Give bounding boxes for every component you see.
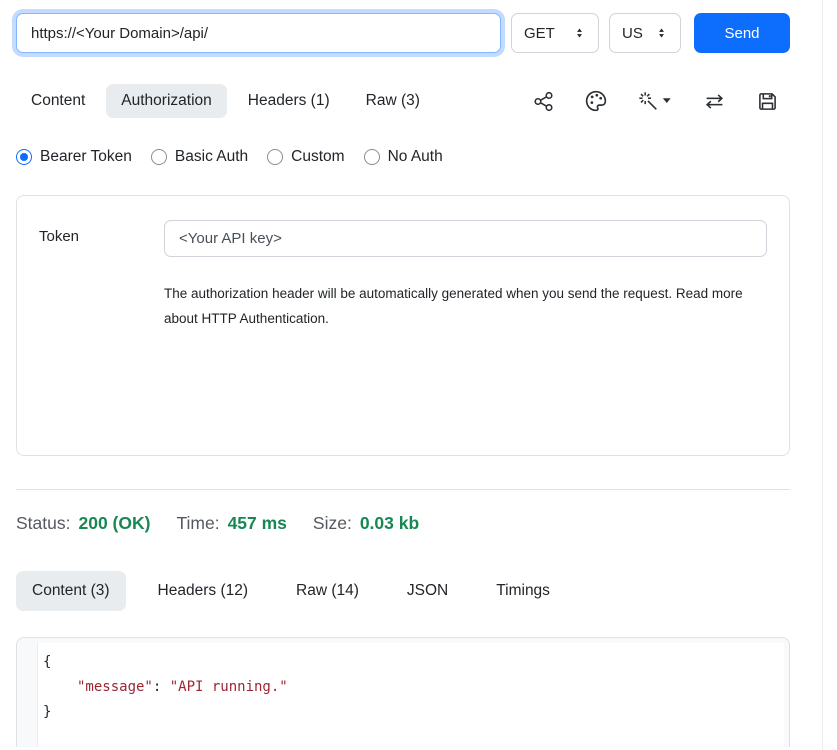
region-select-value: US (622, 25, 643, 42)
section-divider (16, 489, 790, 490)
size-label: Size: (313, 513, 352, 534)
time-label: Time: (176, 513, 219, 534)
auth-option-bearer-token[interactable]: Bearer Token (16, 148, 132, 166)
up-down-arrows-icon (655, 26, 668, 40)
response-tabs: Content (3) Headers (12) Raw (14) JSON T… (16, 571, 790, 611)
tab-headers[interactable]: Headers (1) (233, 84, 345, 118)
json-value: "API running." (170, 679, 288, 695)
region-select[interactable]: US (609, 13, 681, 53)
method-select-value: GET (524, 25, 555, 42)
palette-icon[interactable] (585, 90, 607, 112)
auth-type-options: Bearer Token Basic Auth Custom No Auth (16, 148, 790, 166)
time-value: 457 ms (228, 513, 287, 534)
auth-option-basic-auth[interactable]: Basic Auth (151, 148, 248, 166)
radio-bearer-token[interactable] (16, 149, 32, 165)
auth-option-label: No Auth (388, 148, 443, 166)
status-value: 200 (OK) (78, 513, 150, 534)
url-input[interactable] (16, 13, 501, 53)
status-pair: Status: 200 (OK) (16, 513, 150, 534)
tab-content[interactable]: Content (16, 84, 100, 118)
json-key: "message" (77, 679, 153, 695)
code-line: { (43, 650, 774, 675)
tab-authorization[interactable]: Authorization (106, 84, 226, 118)
send-button[interactable]: Send (694, 13, 790, 53)
request-bar: GET US Send (16, 13, 790, 53)
resp-tab-timings[interactable]: Timings (480, 571, 566, 611)
status-label: Status: (16, 513, 70, 534)
request-toolbar (533, 90, 790, 112)
code-line: } (43, 700, 774, 725)
response-status-bar: Status: 200 (OK) Time: 457 ms Size: 0.03… (16, 513, 790, 534)
code-line: "message": "API running." (43, 675, 774, 700)
magic-wand-dropdown-icon[interactable] (638, 91, 672, 112)
request-tabs: Content Authorization Headers (1) Raw (3… (16, 84, 790, 118)
auth-option-label: Custom (291, 148, 344, 166)
resp-tab-headers[interactable]: Headers (12) (142, 571, 264, 611)
swap-arrows-icon[interactable] (703, 91, 726, 112)
response-body-panel: { "message": "API running." } (16, 637, 790, 747)
token-input[interactable] (164, 220, 767, 257)
radio-no-auth[interactable] (364, 149, 380, 165)
save-icon[interactable] (757, 91, 778, 112)
scroll-track-divider (822, 0, 823, 750)
radio-custom[interactable] (267, 149, 283, 165)
size-pair: Size: 0.03 kb (313, 513, 419, 534)
method-select[interactable]: GET (511, 13, 599, 53)
time-pair: Time: 457 ms (176, 513, 286, 534)
tab-raw[interactable]: Raw (3) (351, 84, 435, 118)
size-value: 0.03 kb (360, 513, 419, 534)
api-client-panel: GET US Send Content Authorization Header… (0, 0, 806, 747)
auth-option-no-auth[interactable]: No Auth (364, 148, 443, 166)
bearer-token-panel: Token The authorization header will be a… (16, 195, 790, 456)
auth-option-label: Basic Auth (175, 148, 248, 166)
up-down-arrows-icon (573, 26, 586, 40)
resp-tab-json[interactable]: JSON (391, 571, 464, 611)
radio-basic-auth[interactable] (151, 149, 167, 165)
json-separator: : (153, 679, 170, 695)
resp-tab-content[interactable]: Content (3) (16, 571, 126, 611)
auth-option-label: Bearer Token (40, 148, 132, 166)
resp-tab-raw[interactable]: Raw (14) (280, 571, 375, 611)
token-field-label: Token (39, 220, 164, 245)
auth-option-custom[interactable]: Custom (267, 148, 344, 166)
share-icon[interactable] (533, 91, 554, 112)
response-json-code: { "message": "API running." } (37, 643, 784, 747)
token-help-text: The authorization header will be automat… (164, 281, 759, 331)
